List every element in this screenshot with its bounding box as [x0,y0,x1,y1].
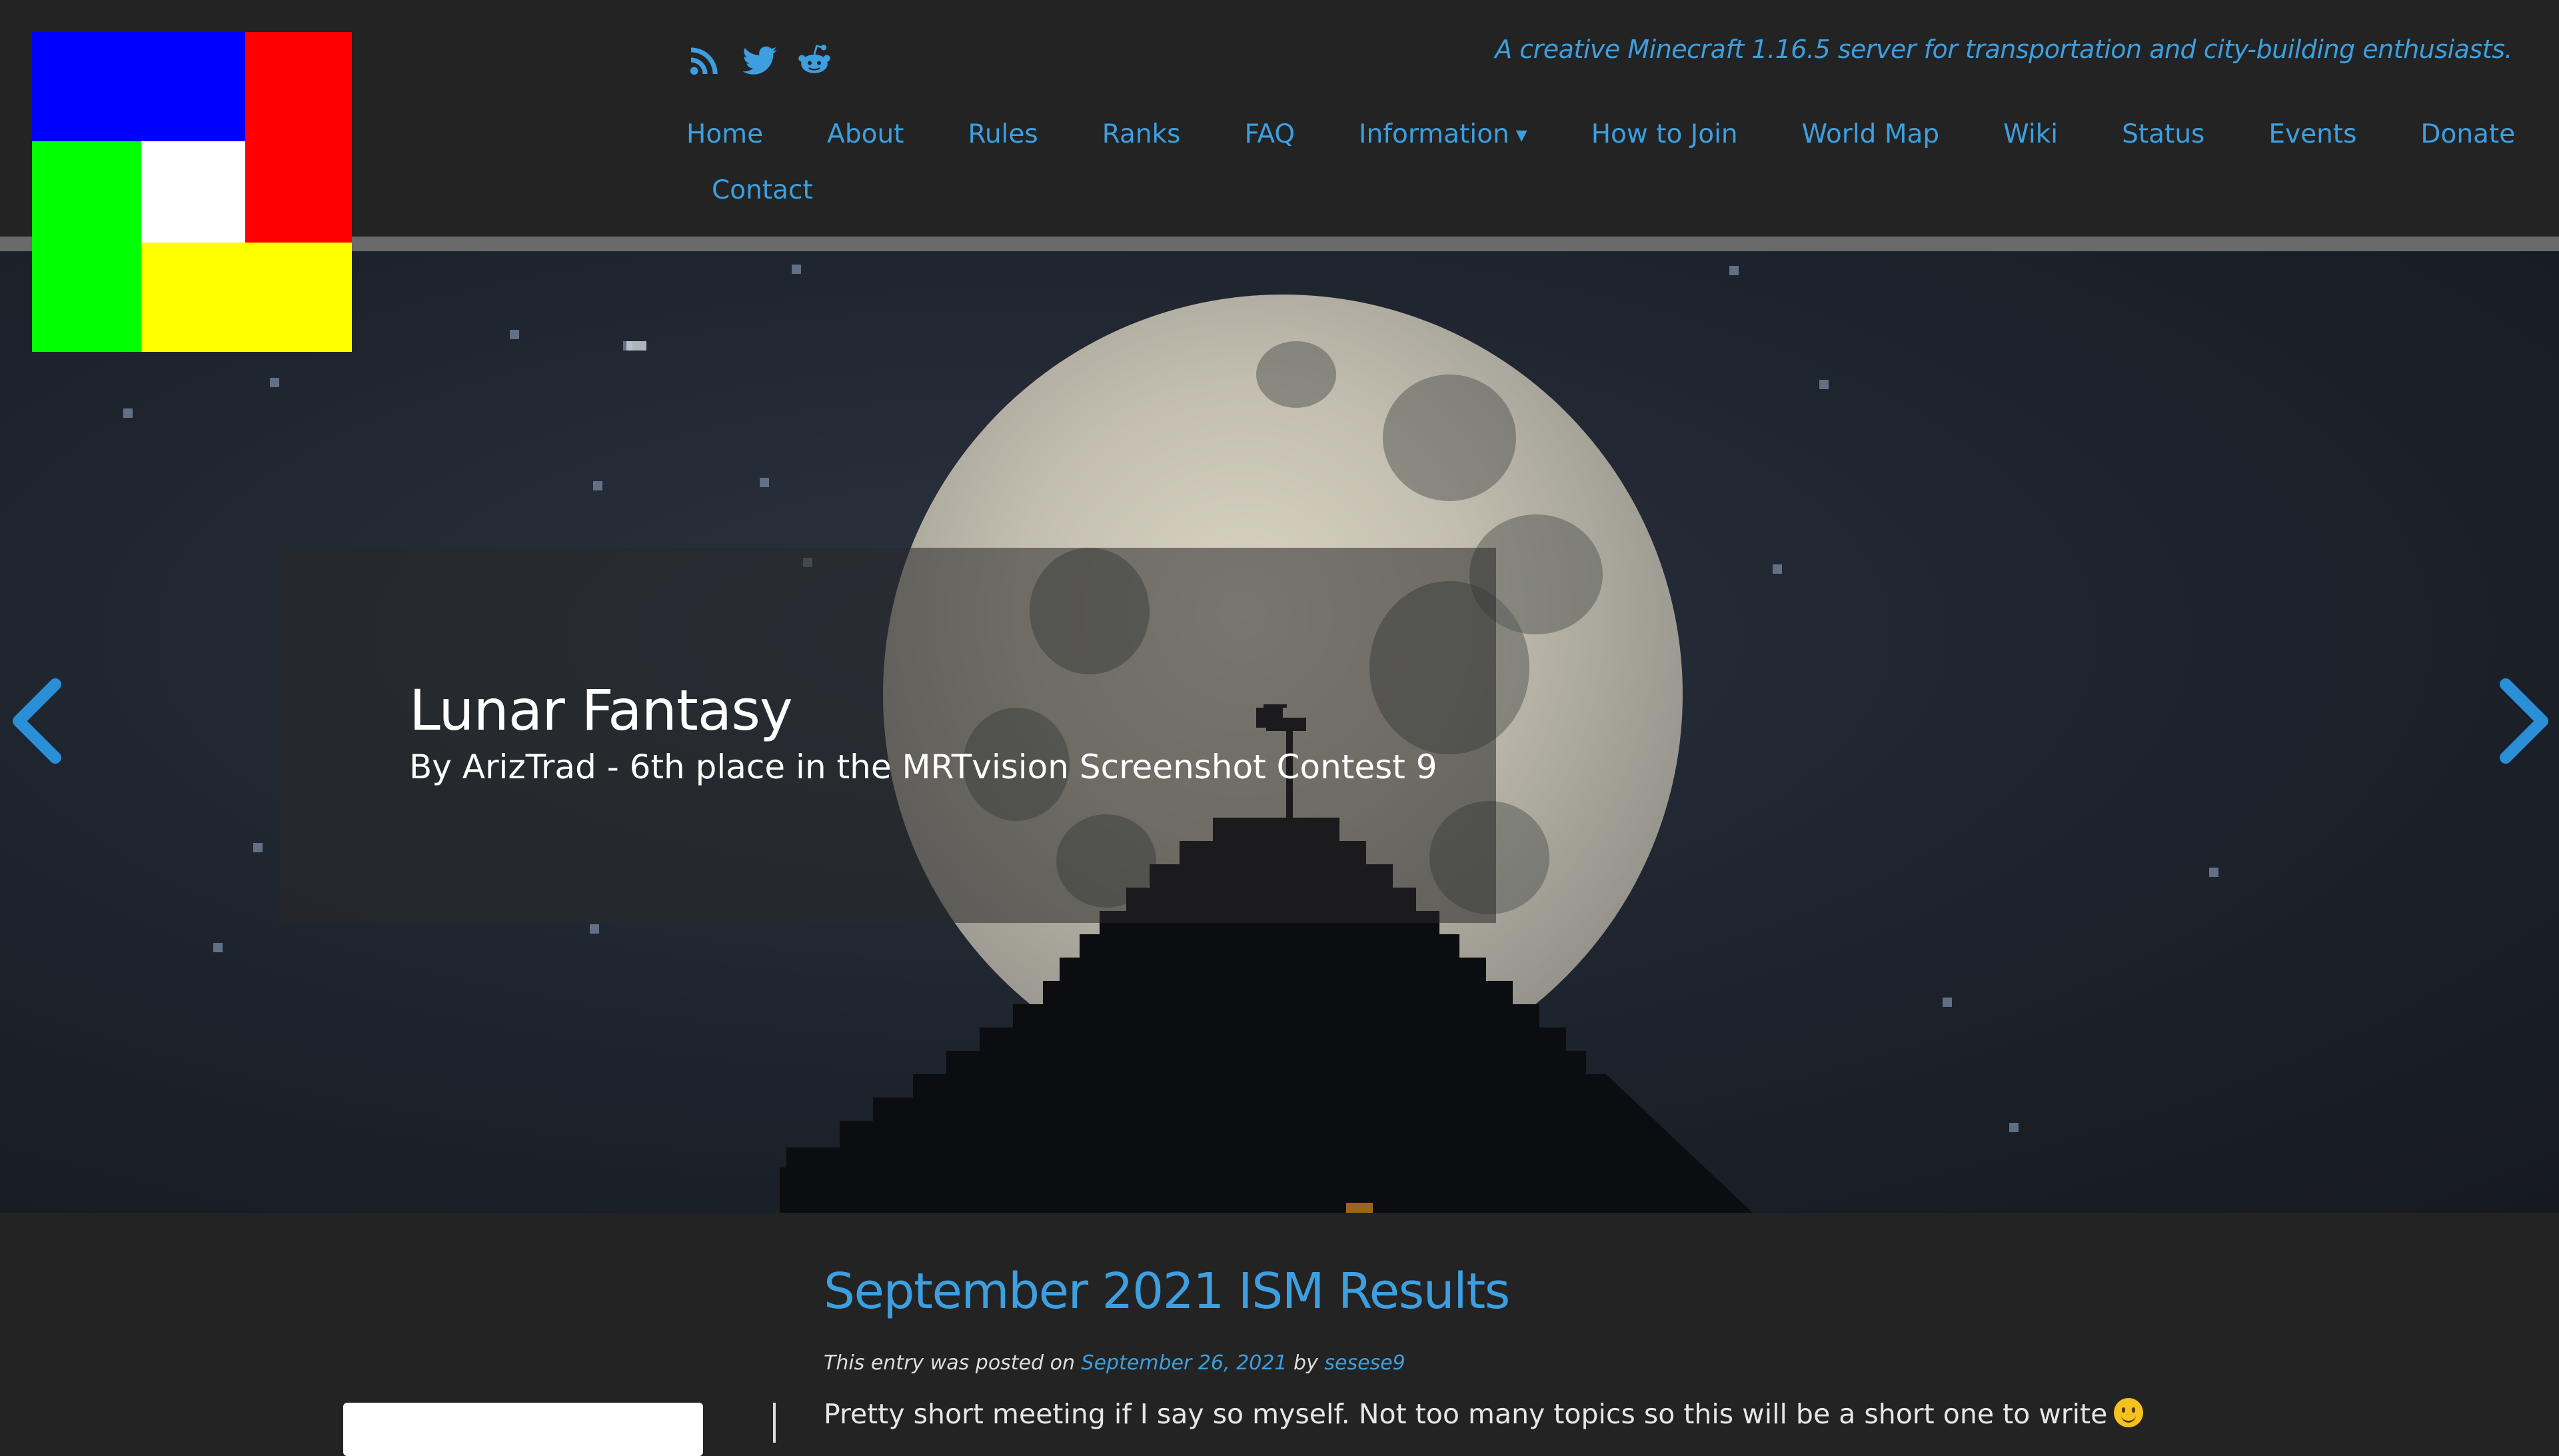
hero-slider: Lunar Fantasy By ArizTrad - 6th place in… [0,251,2559,1213]
content-divider [773,1403,776,1443]
star [590,924,599,934]
nav-events[interactable]: Events [2268,119,2356,149]
star [253,843,263,852]
logo-blue-block [32,32,245,141]
crater [1383,374,1516,501]
star [760,478,769,487]
main-content: September 2021 ISM Results This entry wa… [0,1213,2559,1456]
star [1773,564,1782,574]
post-body: Pretty short meeting if I say so myself.… [824,1398,2144,1430]
star [1819,380,1829,389]
star [1729,266,1739,275]
chevron-right-icon[interactable] [2496,674,2556,768]
star [213,943,223,952]
slide-title: Lunar Fantasy [409,678,793,743]
post-date-link[interactable]: September 26, 2021 [1082,1351,1287,1375]
rss-icon[interactable] [686,41,724,79]
crater [1256,341,1336,408]
nav-donate[interactable]: Donate [2420,119,2515,149]
post-title[interactable]: September 2021 ISM Results [824,1263,1510,1320]
nav-information-label: Information [1359,119,1509,149]
star [792,265,801,274]
logo-red-block [245,32,352,243]
header-divider [0,237,2559,251]
nav-faq[interactable]: FAQ [1244,119,1295,149]
nav-world-map[interactable]: World Map [1802,119,1939,149]
chevron-down-icon: ▼ [1515,127,1527,144]
star [510,330,519,339]
nav-information[interactable]: Information ▼ [1359,119,1527,149]
star [2209,868,2218,877]
nav-about[interactable]: About [827,119,904,149]
star [2009,1123,2019,1132]
nav-status[interactable]: Status [2122,119,2204,149]
post-meta-prefix: This entry was posted on [824,1351,1075,1375]
site-header: A creative Minecraft 1.16.5 server for t… [0,0,2559,237]
nav-how-to-join[interactable]: How to Join [1591,119,1738,149]
chevron-left-icon[interactable] [5,674,65,768]
logo-green-block [32,141,141,352]
smile-emoji-icon [2114,1398,2144,1427]
post-author-link[interactable]: sesese9 [1324,1351,1405,1375]
slide-subtitle: By ArizTrad - 6th place in the MRTvision… [409,748,1437,786]
post-meta: This entry was posted on September 26, 2… [824,1351,1405,1375]
star [626,341,646,351]
star [123,408,133,418]
nav-rules[interactable]: Rules [968,119,1038,149]
logo-yellow-block [141,243,352,352]
twitter-icon[interactable] [741,41,778,79]
star [270,378,279,387]
social-links [686,41,833,79]
star [1943,998,1952,1007]
server-logo[interactable] [32,32,352,352]
post-body-text: Pretty short meeting if I say so myself.… [824,1398,2108,1430]
nav-wiki[interactable]: Wiki [2003,119,2058,149]
logo-white-block [141,141,245,243]
post-meta-by: by [1293,1351,1318,1375]
sidebar-widget [343,1403,703,1456]
star [593,481,602,490]
nav-contact[interactable]: Contact [712,175,813,205]
reddit-icon[interactable] [796,41,833,79]
site-tagline: A creative Minecraft 1.16.5 server for t… [1495,35,2512,64]
nav-ranks[interactable]: Ranks [1102,119,1181,149]
main-nav: Home About Rules Ranks FAQ Information ▼ … [686,112,2515,212]
nav-home[interactable]: Home [686,119,763,149]
